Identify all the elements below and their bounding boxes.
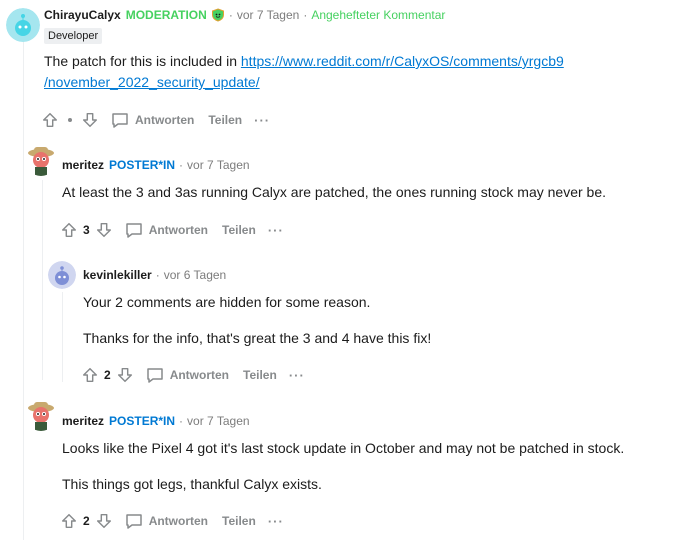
separator: ·: [303, 8, 308, 22]
reply-button[interactable]: Antworten: [141, 361, 233, 389]
reply-label: Antworten: [148, 514, 209, 528]
vote-count: 2: [83, 514, 90, 528]
pinned-label: Angehefteter Kommentar: [311, 8, 446, 22]
op-badge: POSTER*IN: [109, 414, 176, 428]
share-button[interactable]: Teilen: [204, 109, 246, 131]
vote-count: 3: [83, 223, 90, 237]
reply-button[interactable]: Antworten: [106, 106, 198, 134]
downvote-icon[interactable]: [115, 365, 135, 385]
body-link[interactable]: https://www.reddit.com/r/CalyxOS/comment…: [241, 53, 564, 69]
thread-line[interactable]: [42, 180, 43, 380]
comment-icon: [125, 223, 142, 238]
share-label: Teilen: [222, 223, 256, 237]
author-name[interactable]: ChirayuCalyx: [44, 8, 121, 22]
share-label: Teilen: [222, 514, 256, 528]
thread-line[interactable]: [62, 292, 63, 382]
separator: ·: [155, 268, 160, 282]
separator: ·: [179, 414, 184, 428]
avatar[interactable]: [25, 144, 57, 176]
avatar[interactable]: [6, 8, 40, 42]
reply-button[interactable]: Antworten: [120, 216, 212, 244]
more-options-icon[interactable]: ···: [268, 514, 284, 529]
share-label: Teilen: [243, 368, 277, 382]
share-label: Teilen: [208, 113, 243, 127]
more-options-icon[interactable]: ···: [254, 113, 270, 128]
downvote-icon[interactable]: [94, 220, 114, 240]
upvote-icon[interactable]: [59, 511, 79, 531]
moderator-badge: MODERATION: [125, 8, 207, 22]
body-paragraph: Looks like the Pixel 4 got it's last sto…: [62, 440, 625, 456]
timestamp[interactable]: vor 6 Tagen: [164, 268, 227, 282]
shield-icon: [211, 8, 225, 22]
downvote-icon[interactable]: [94, 511, 114, 531]
comment-icon: [112, 113, 128, 128]
body-text: The patch for this is included in: [44, 53, 241, 69]
comment-icon: [125, 514, 142, 529]
timestamp[interactable]: vor 7 Tagen: [187, 158, 250, 172]
author-name[interactable]: meritez: [62, 158, 104, 172]
share-button[interactable]: Teilen: [239, 364, 281, 386]
separator: ·: [179, 158, 184, 172]
comment-actions: 3 Antworten Teilen ···: [59, 216, 284, 244]
op-badge: POSTER*IN: [109, 158, 176, 172]
user-flair: Developer: [44, 28, 103, 44]
reply-button[interactable]: Antworten: [120, 507, 212, 535]
avatar[interactable]: [48, 261, 76, 289]
reply-label: Antworten: [169, 368, 230, 382]
upvote-icon[interactable]: [59, 220, 79, 240]
downvote-icon[interactable]: [80, 110, 100, 130]
comment-body: Your 2 comments are hidden for some reas…: [83, 292, 431, 349]
comment-body: The patch for this is included in https:…: [44, 51, 564, 93]
comment-body: Looks like the Pixel 4 got it's last sto…: [62, 438, 624, 495]
avatar[interactable]: [25, 399, 57, 431]
comment-body: At least the 3 and 3as running Calyx are…: [62, 182, 606, 203]
body-paragraph: Your 2 comments are hidden for some reas…: [83, 294, 371, 310]
timestamp[interactable]: vor 7 Tagen: [187, 414, 250, 428]
comment-icon: [146, 368, 163, 383]
comment-actions: 2 Antworten Teilen ···: [59, 507, 284, 535]
share-button[interactable]: Teilen: [218, 219, 260, 241]
thread-line[interactable]: [23, 40, 24, 540]
vote-count: 2: [104, 368, 111, 382]
timestamp[interactable]: vor 7 Tagen: [237, 8, 300, 22]
separator: ·: [228, 8, 233, 22]
comment-actions: Antworten Teilen ···: [40, 106, 270, 134]
author-name[interactable]: kevinlekiller: [83, 268, 152, 282]
reply-label: Antworten: [148, 223, 209, 237]
author-name[interactable]: meritez: [62, 414, 104, 428]
body-paragraph: This things got legs, thankful Calyx exi…: [62, 476, 322, 492]
comment-actions: 2 Antworten Teilen ···: [80, 361, 305, 389]
upvote-icon[interactable]: [80, 365, 100, 385]
vote-dot: [68, 118, 72, 122]
upvote-icon[interactable]: [40, 110, 60, 130]
more-options-icon[interactable]: ···: [289, 368, 305, 383]
share-button[interactable]: Teilen: [218, 510, 260, 532]
body-paragraph: Thanks for the info, that's great the 3 …: [83, 330, 432, 346]
reply-label: Antworten: [135, 113, 195, 127]
body-paragraph: At least the 3 and 3as running Calyx are…: [62, 184, 606, 200]
body-link[interactable]: /november_2022_security_update/: [44, 74, 260, 90]
more-options-icon[interactable]: ···: [268, 223, 284, 238]
